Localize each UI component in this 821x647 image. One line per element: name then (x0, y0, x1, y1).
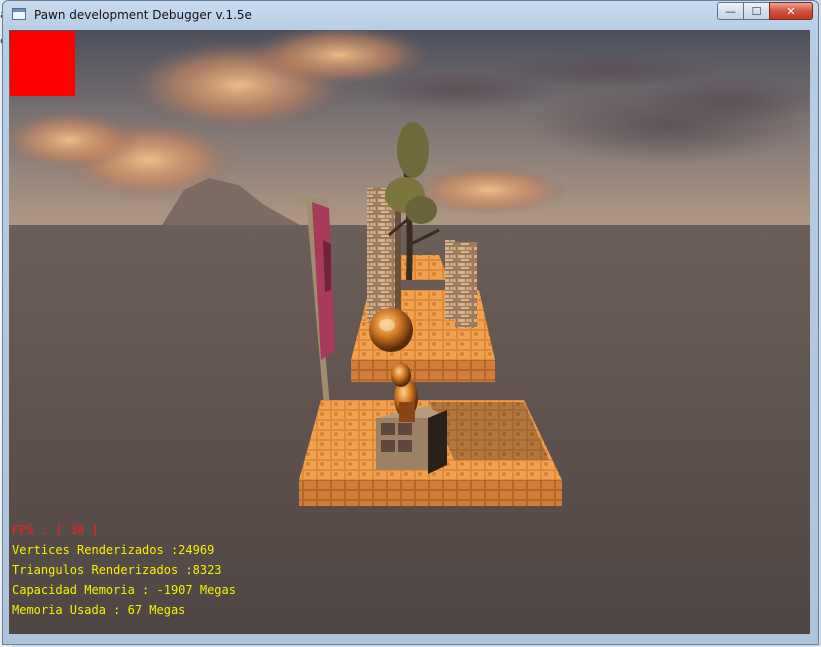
caption-buttons: — ☐ ✕ (717, 2, 813, 20)
close-button[interactable]: ✕ (769, 2, 813, 20)
memory-used: Memoria Usada : 67 Megas (12, 603, 186, 617)
vertices-rendered: Vertices Renderizados :24969 (12, 543, 215, 557)
minimize-button[interactable]: — (717, 2, 743, 20)
title-bar[interactable]: Pawn development Debugger v.1.5e — ☐ ✕ (3, 1, 818, 31)
minimize-icon: — (725, 4, 736, 18)
debug-hud: FPS : [ 30 ] Vertices Renderizados :2496… (12, 520, 236, 620)
maximize-icon: ☐ (751, 4, 762, 18)
fps-counter: FPS : [ 30 ] (12, 523, 99, 537)
debug-marker-square (10, 31, 75, 96)
triangles-rendered: Triangulos Renderizados :8323 (12, 563, 222, 577)
maximize-button[interactable]: ☐ (743, 2, 769, 20)
memory-capacity: Capacidad Memoria : -1907 Megas (12, 583, 236, 597)
game-viewport[interactable]: FPS : [ 30 ] Vertices Renderizados :2496… (9, 30, 810, 634)
window-title: Pawn development Debugger v.1.5e (34, 8, 252, 22)
close-icon: ✕ (786, 4, 796, 18)
window-app-icon[interactable] (12, 8, 26, 20)
